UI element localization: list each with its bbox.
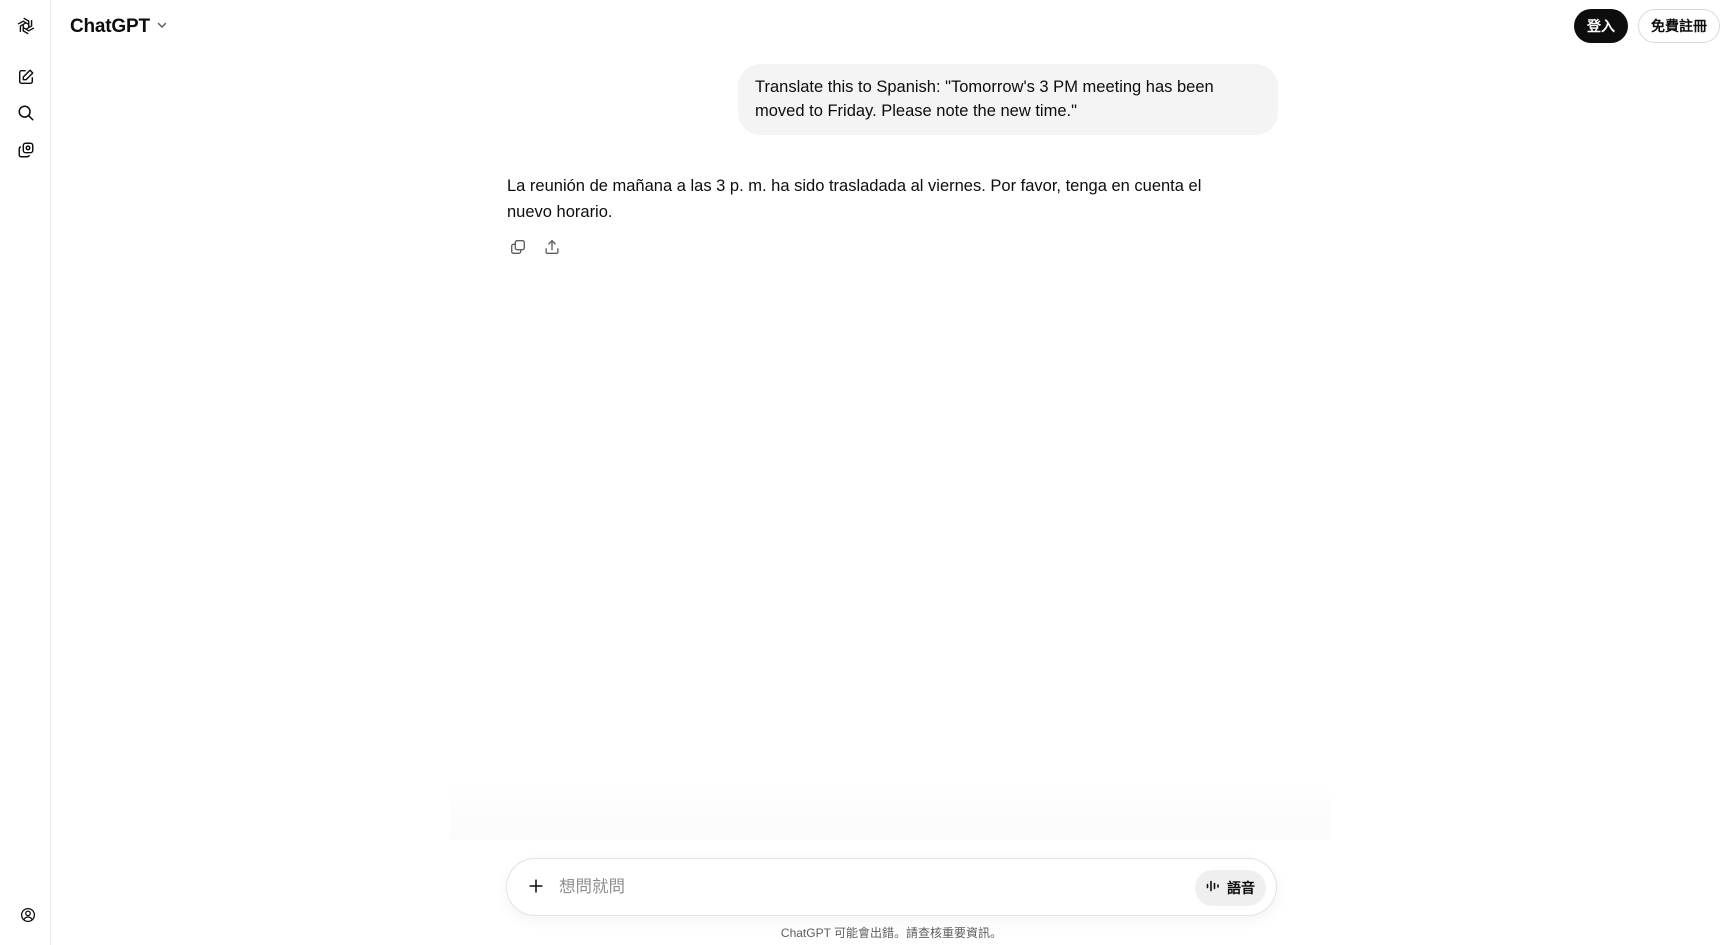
header-actions: 登入 免費註冊 [1574, 9, 1720, 43]
share-icon [543, 238, 561, 261]
copy-button[interactable] [505, 236, 531, 262]
message-actions [505, 236, 565, 262]
composer-fade [450, 780, 1330, 840]
user-message: Translate this to Spanish: "Tomorrow's 3… [738, 64, 1278, 135]
login-button[interactable]: 登入 [1574, 9, 1628, 43]
prompt-input[interactable] [559, 873, 1159, 901]
profile-button[interactable] [17, 906, 39, 928]
search-chats-button[interactable] [10, 97, 42, 129]
voice-waveform-icon [1205, 878, 1221, 899]
new-chat-button[interactable] [10, 61, 42, 93]
composer: 語音 [506, 858, 1277, 916]
signup-button[interactable]: 免費註冊 [1638, 9, 1720, 43]
model-selector[interactable]: ChatGPT [62, 10, 176, 44]
openai-logo-button[interactable] [10, 10, 42, 42]
left-rail [0, 0, 51, 945]
attach-button[interactable] [519, 871, 553, 905]
library-icon [17, 141, 35, 159]
assistant-message: La reunión de mañana a las 3 p. m. ha si… [507, 177, 1202, 221]
library-button[interactable] [10, 134, 42, 166]
voice-button[interactable]: 語音 [1195, 870, 1266, 906]
chevron-down-icon [156, 18, 168, 36]
openai-logo-icon [15, 15, 37, 37]
search-icon [17, 104, 35, 122]
voice-label: 語音 [1227, 880, 1255, 896]
profile-icon [20, 907, 36, 928]
new-chat-icon [17, 68, 35, 86]
plus-icon [527, 877, 545, 900]
disclaimer-text: ChatGPT 可能會出錯。請查核重要資訊。 [780, 926, 1003, 940]
share-button[interactable] [539, 236, 565, 262]
chatgpt-app: ChatGPT 登入 免費註冊 Translate this to Spanis… [0, 0, 1728, 945]
model-name: ChatGPT [70, 16, 150, 37]
copy-icon [509, 238, 527, 261]
